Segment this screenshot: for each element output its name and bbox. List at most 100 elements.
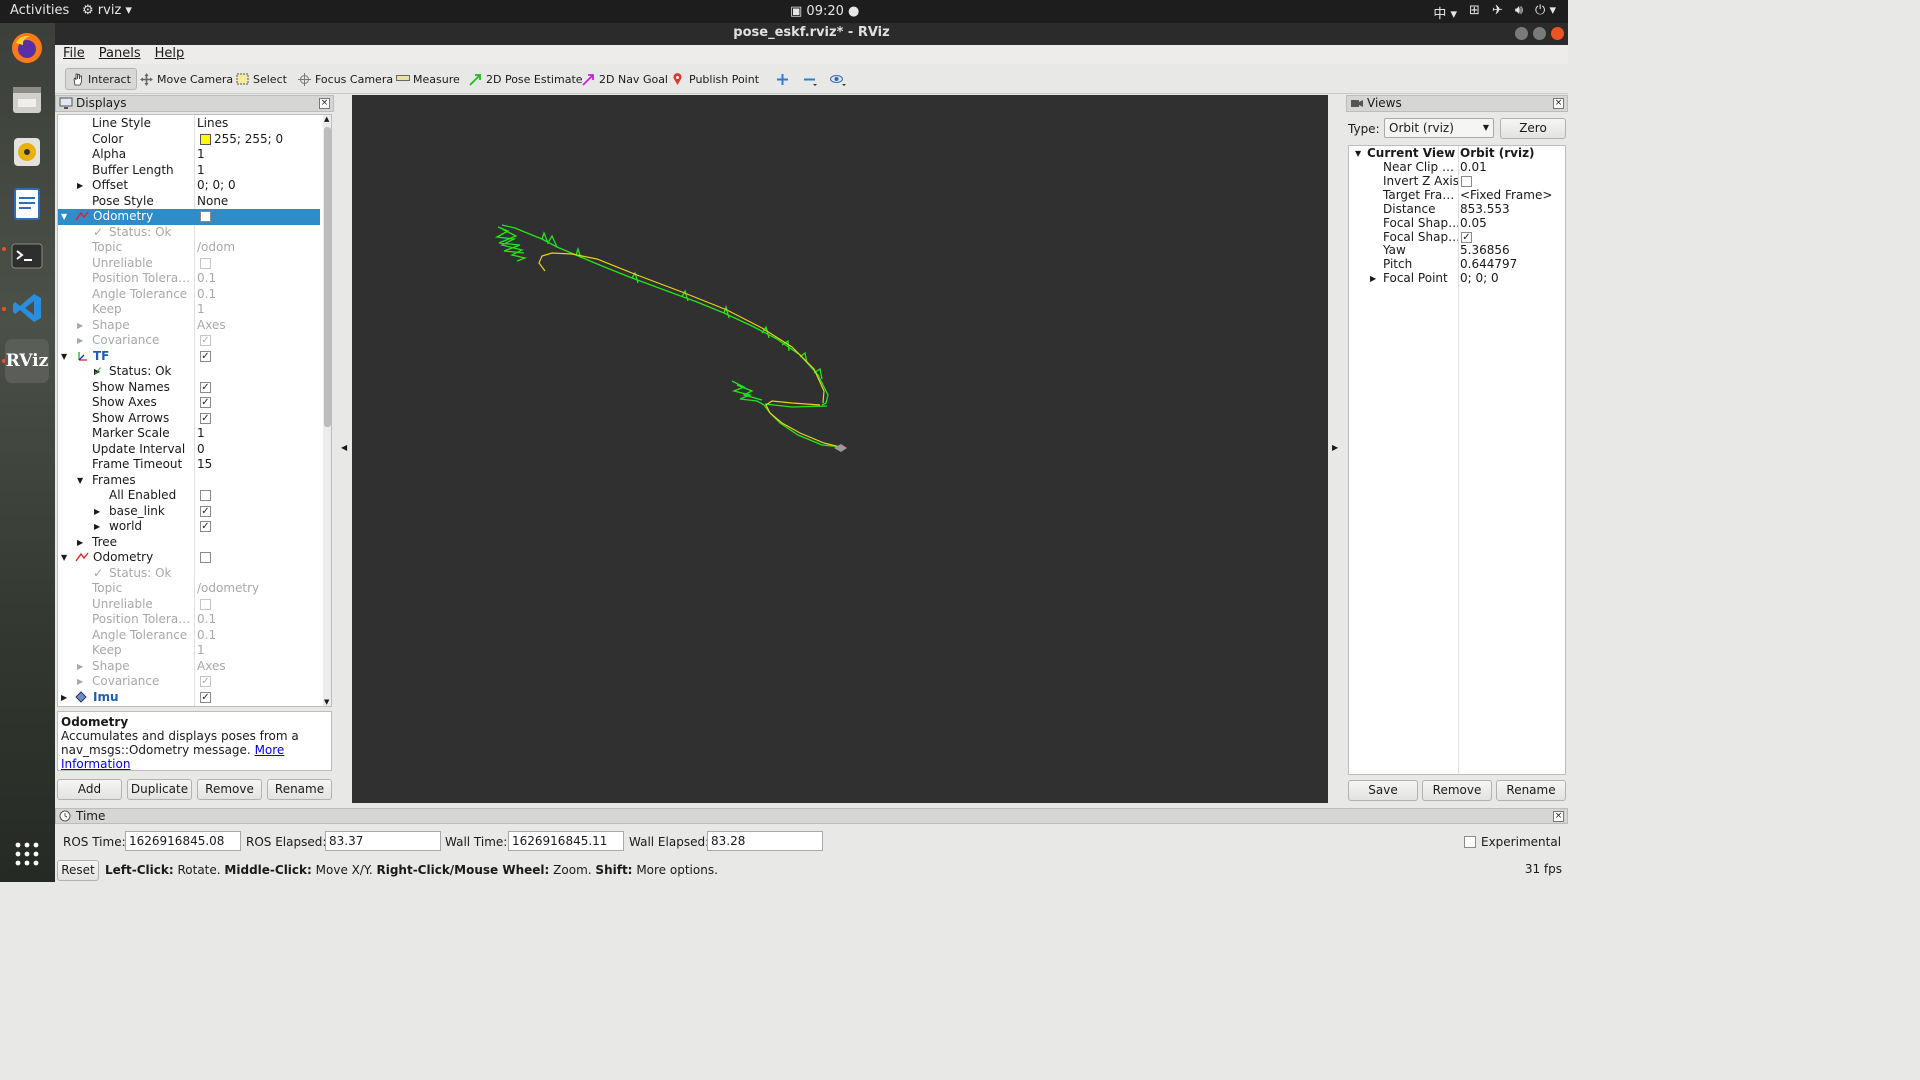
focus-camera-tool[interactable]: Focus Camera	[293, 68, 398, 90]
display-row-value[interactable]: /odometry	[197, 581, 259, 596]
select-tool[interactable]: Select	[231, 68, 292, 90]
view-tool-button[interactable]	[825, 68, 848, 90]
display-row-value[interactable]: 1	[197, 426, 205, 441]
expand-down-icon[interactable]: ▼	[1355, 147, 1361, 160]
display-row[interactable]: ▶ base_link ✓	[58, 504, 320, 520]
display-checkbox[interactable]: ✓	[200, 505, 211, 517]
rviz-icon[interactable]: RViz	[5, 339, 49, 383]
right-splitter[interactable]: ▶	[1328, 95, 1346, 803]
files-icon[interactable]	[8, 81, 46, 119]
display-checkbox[interactable]	[200, 211, 211, 222]
pose-estimate-tool[interactable]: 2D Pose Estimate	[464, 68, 588, 90]
scroll-down-icon[interactable]: ▼	[324, 698, 329, 706]
nav-goal-tool[interactable]: 2D Nav Goal	[577, 68, 673, 90]
display-row[interactable]: ▼ Odometry	[58, 550, 320, 566]
display-checkbox[interactable]: ✓	[200, 397, 211, 408]
collapse-right-icon[interactable]: ▶	[1332, 443, 1338, 452]
minimize-button[interactable]	[1515, 27, 1528, 40]
display-row-value[interactable]: 0; 0; 0	[197, 178, 236, 193]
display-row[interactable]: ▶ Offset 0; 0; 0	[58, 178, 320, 194]
display-row[interactable]: Color 255; 255; 0	[58, 132, 320, 148]
close-panel-icon[interactable]: ×	[319, 98, 330, 109]
display-row[interactable]: ▶ ✓ Status: Ok	[58, 364, 320, 380]
time-header[interactable]: Time ×	[55, 808, 1568, 824]
display-row[interactable]: Topic/odom	[58, 240, 320, 256]
display-row[interactable]: Keep 1	[58, 643, 320, 659]
writer-icon[interactable]	[8, 185, 46, 223]
displays-tree[interactable]: Line Style Lines Color 255; 255; 0 Alpha 1 Buf…	[57, 114, 332, 707]
display-row[interactable]: Show Axes ✓	[58, 395, 320, 411]
display-row[interactable]: Angle Tolerance 0.1	[58, 628, 320, 644]
display-row[interactable]: ▶ Covariance ✓	[58, 333, 320, 349]
show-apps-icon[interactable]	[8, 835, 46, 873]
experimental-checkbox[interactable]	[1464, 836, 1476, 848]
view-property-row[interactable]: Pitch 0.644797	[1349, 258, 1565, 272]
rename-view-button[interactable]: Rename	[1496, 780, 1566, 801]
view-property-row[interactable]: ▶ Focal Point 0; 0; 0	[1349, 272, 1565, 286]
network-icon[interactable]: ⊞	[1469, 3, 1480, 22]
volume-icon[interactable]: 🔊︎	[1515, 3, 1523, 22]
display-row[interactable]: ▶ Shape Axes	[58, 659, 320, 675]
display-row[interactable]: ▼ TF ✓	[58, 349, 320, 365]
left-splitter[interactable]: ◀	[336, 95, 352, 803]
expand-right-icon[interactable]: ▶	[77, 674, 83, 689]
ros-elapsed-field[interactable]: 83.37	[325, 831, 441, 851]
close-button[interactable]	[1551, 27, 1564, 40]
view-property-row[interactable]: Target Fra… <Fixed Frame>	[1349, 188, 1565, 203]
display-row[interactable]: Update Interval 0	[58, 442, 320, 458]
display-row[interactable]: Marker Scale 1	[58, 426, 320, 442]
scroll-up-icon[interactable]: ▲	[324, 115, 329, 123]
view-property-value[interactable]: 0.644797	[1460, 258, 1517, 271]
display-row-value[interactable]: Axes	[197, 318, 226, 333]
view-property-row[interactable]: Invert Z Axis	[1349, 174, 1565, 189]
displays-header[interactable]: Displays ×	[55, 95, 334, 112]
display-row[interactable]: Show Arrows ✓	[58, 411, 320, 427]
vscode-icon[interactable]	[8, 289, 46, 327]
rhythmbox-icon[interactable]	[8, 133, 46, 171]
display-row-value[interactable]: 1	[197, 302, 205, 317]
interact-tool[interactable]: Interact	[65, 68, 137, 90]
display-row[interactable]: ▶ Shape Axes	[58, 318, 320, 334]
display-row-value[interactable]: 0.1	[197, 287, 216, 302]
view-property-row[interactable]: Near Clip … 0.01	[1349, 161, 1565, 175]
wall-elapsed-field[interactable]: 83.28	[707, 831, 823, 851]
clock[interactable]: ▣ 09:20 ●	[790, 4, 859, 19]
expand-right-icon[interactable]: ▶	[77, 535, 83, 550]
display-checkbox[interactable]: ✓	[200, 335, 211, 346]
display-row-value[interactable]: Lines	[197, 116, 228, 131]
display-checkbox[interactable]: ✓	[200, 412, 211, 424]
airplane-icon[interactable]: ✈	[1492, 3, 1503, 22]
view-property-value[interactable]: 0.01	[1460, 161, 1487, 174]
display-row[interactable]: Angle Tolerance 0.1	[58, 287, 320, 303]
display-row-value[interactable]: 1	[197, 147, 205, 162]
terminal-icon[interactable]	[8, 237, 46, 275]
input-method-icon[interactable]: 中 ▾	[1433, 3, 1457, 22]
view-property-value[interactable]: 853.553	[1460, 202, 1510, 216]
view-property-row[interactable]: Focal Shap… 0.05	[1349, 216, 1565, 231]
expand-down-icon[interactable]: ▼	[77, 473, 83, 488]
display-checkbox[interactable]: ✓	[200, 350, 211, 362]
close-panel-icon[interactable]: ×	[1553, 811, 1564, 822]
system-tray[interactable]: 中 ▾ ⊞ ✈ 🔊︎ ⏻ ▾	[1433, 3, 1556, 22]
display-row[interactable]: Unreliable	[58, 256, 320, 272]
display-checkbox[interactable]: ✓	[200, 691, 211, 703]
close-panel-icon[interactable]: ×	[1553, 98, 1564, 109]
measure-tool[interactable]: Measure	[391, 68, 465, 90]
display-checkbox[interactable]	[200, 552, 211, 563]
expand-right-icon[interactable]: ▶	[94, 504, 100, 519]
remove-tool-button[interactable]	[798, 68, 821, 90]
display-row[interactable]: Frame Timeout 15	[58, 457, 320, 473]
display-row-value[interactable]: Axes	[197, 659, 226, 674]
displays-scrollbar[interactable]: ▲ ▼	[323, 115, 331, 706]
view-property-row[interactable]: Yaw 5.36856	[1349, 244, 1565, 258]
display-row[interactable]: Keep 1	[58, 302, 320, 318]
display-checkbox[interactable]: ✓	[200, 381, 211, 393]
more-info-link[interactable]: More	[255, 743, 285, 757]
display-row-value[interactable]: 0	[197, 442, 205, 457]
view-property-value[interactable]: <Fixed Frame>	[1460, 188, 1552, 202]
display-row[interactable]: Line Style Lines	[58, 116, 320, 132]
power-icon[interactable]: ⏻ ▾	[1535, 3, 1556, 22]
display-row[interactable]: ▶ Imu ✓	[58, 690, 320, 706]
view-property-value[interactable]: 0; 0; 0	[1460, 272, 1499, 285]
display-row[interactable]: ▼ Frames	[58, 473, 320, 489]
